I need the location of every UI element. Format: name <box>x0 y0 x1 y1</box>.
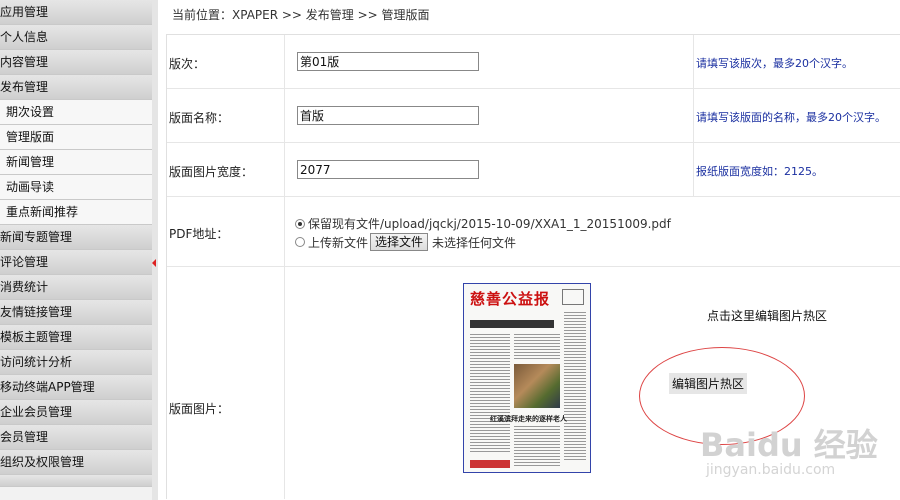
sidebar-item[interactable]: 内容管理 <box>0 50 152 75</box>
baidu-watermark: Baidu 经验 <box>700 426 878 464</box>
keep-file-radio[interactable] <box>295 218 305 229</box>
image-width-input[interactable] <box>297 160 479 179</box>
text-column <box>564 312 586 462</box>
pdf-label: PDF地址： <box>169 227 229 241</box>
sidebar-item[interactable]: 移动终端APP管理 <box>0 375 152 400</box>
image-width-hint: 报纸版面宽度如：2125。 <box>696 165 823 178</box>
upload-file-radio[interactable] <box>295 237 305 247</box>
sidebar-item[interactable]: 管理版面 <box>0 125 152 150</box>
baidu-watermark-url: jingyan.baidu.com <box>706 462 836 478</box>
sidebar-item[interactable]: 企业会员管理 <box>0 400 152 425</box>
page-thumbnail[interactable]: 慈善公益报 红溪滨拜走来的逐样老人 <box>463 283 591 473</box>
form-row-edition: 版次： 请填写该版次，最多20个汉字。 <box>167 35 900 89</box>
thumbnail-bottom-headline: 红溪滨拜走来的逐样老人 <box>490 415 567 423</box>
thumbnail-red-bar <box>470 460 510 468</box>
sidebar-item[interactable]: 新闻专题管理 <box>0 225 152 250</box>
sidebar-item[interactable]: 消费统计 <box>0 275 152 300</box>
collapse-sidebar-arrow-icon[interactable] <box>152 259 156 267</box>
sidebar-item-partial <box>0 475 152 487</box>
column-divider <box>693 143 694 196</box>
form-row-page-name: 版面名称： 请填写该版面的名称，最多20个汉字。 <box>167 89 900 143</box>
edit-hotspot-button[interactable]: 编辑图片热区 <box>669 373 748 394</box>
no-file-text: 未选择任何文件 <box>432 235 517 250</box>
choose-file-button[interactable]: 选择文件 <box>370 233 429 251</box>
text-column <box>514 426 560 468</box>
breadcrumb: 当前位置：XPAPER >> 发布管理 >> 管理版面 <box>172 8 430 22</box>
sidebar-item[interactable]: 期次设置 <box>0 100 152 125</box>
upload-file-option[interactable]: 上传新文件 选择文件 未选择任何文件 <box>295 233 516 251</box>
sidebar-item[interactable]: 个人信息 <box>0 25 152 50</box>
edition-label: 版次： <box>169 57 206 71</box>
column-divider <box>284 197 285 266</box>
column-divider <box>284 35 285 88</box>
page-name-label: 版面名称： <box>169 111 230 125</box>
sidebar-item[interactable]: 发布管理 <box>0 75 152 100</box>
masthead-box <box>562 289 584 305</box>
edit-hotspot-link[interactable]: 点击这里编辑图片热区 <box>707 307 827 324</box>
sidebar-item[interactable]: 评论管理 <box>0 250 152 275</box>
image-width-label: 版面图片宽度： <box>169 165 254 179</box>
edition-hint: 请填写该版次，最多20个汉字。 <box>696 57 853 70</box>
sidebar-item[interactable]: 会员管理 <box>0 425 152 450</box>
column-divider <box>284 89 285 142</box>
upload-file-label: 上传新文件 <box>308 235 369 250</box>
masthead-text: 慈善公益报 <box>470 290 551 308</box>
sidebar-item[interactable]: 重点新闻推荐 <box>0 200 152 225</box>
keep-file-option[interactable]: 保留现有文件/upload/jqckj/2015-10-09/XXA1_1_20… <box>295 215 671 232</box>
sidebar-item[interactable]: 组织及权限管理 <box>0 450 152 475</box>
column-divider <box>693 35 694 88</box>
sidebar-item[interactable]: 应用管理 <box>0 0 152 25</box>
sidebar-item[interactable]: 友情链接管理 <box>0 300 152 325</box>
headline-bar <box>470 320 554 328</box>
sidebar-item[interactable]: 访问统计分析 <box>0 350 152 375</box>
text-column <box>470 334 510 454</box>
sidebar: 应用管理 个人信息 内容管理 发布管理 期次设置 管理版面 新闻管理 动画导读 重点新闻推荐 新闻… <box>0 0 152 500</box>
page-image-label: 版面图片： <box>169 402 230 416</box>
sidebar-item[interactable]: 新闻管理 <box>0 150 152 175</box>
text-column <box>514 334 560 360</box>
edition-input[interactable] <box>297 52 479 71</box>
thumbnail-photo <box>514 364 560 408</box>
page-name-hint: 请填写该版面的名称，最多20个汉字。 <box>696 111 886 124</box>
form-row-pdf: PDF地址： 保留现有文件/upload/jqckj/2015-10-09/XX… <box>167 197 900 267</box>
sidebar-item[interactable]: 模板主题管理 <box>0 325 152 350</box>
column-divider <box>284 267 285 499</box>
form-row-image-width: 版面图片宽度： 报纸版面宽度如：2125。 <box>167 143 900 197</box>
column-divider <box>693 89 694 142</box>
keep-file-label: 保留现有文件/upload/jqckj/2015-10-09/XXA1_1_20… <box>308 217 671 231</box>
page-name-input[interactable] <box>297 106 479 125</box>
sidebar-item[interactable]: 动画导读 <box>0 175 152 200</box>
column-divider <box>284 143 285 196</box>
